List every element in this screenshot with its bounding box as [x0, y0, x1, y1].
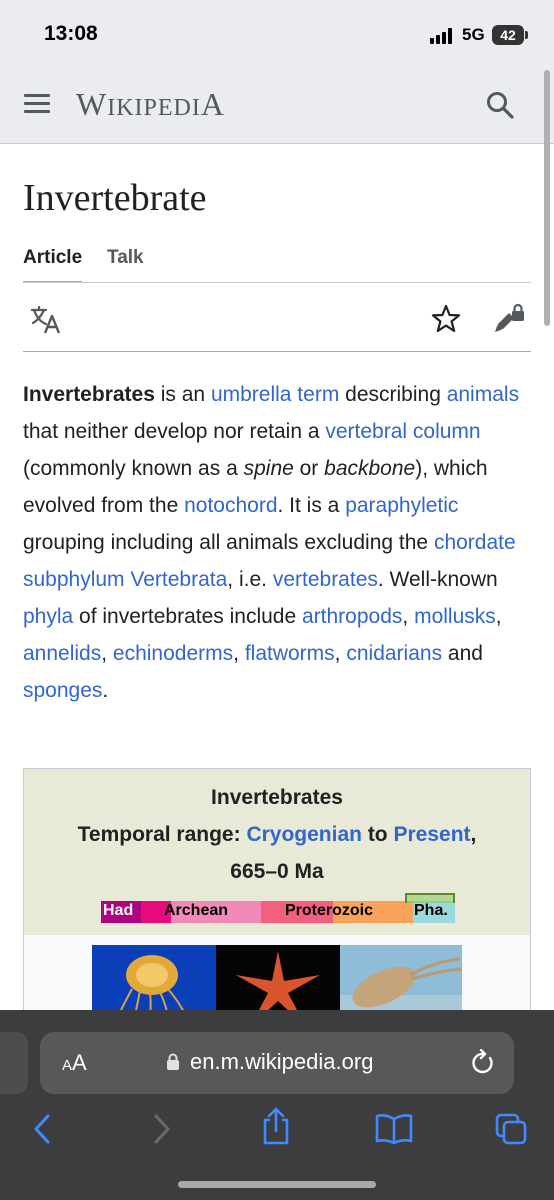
text-run: or [293, 457, 325, 480]
tab-article[interactable]: Article [23, 247, 83, 283]
timescale-label-had: Had [103, 902, 134, 919]
status-time: 13:08 [44, 22, 98, 45]
link-present[interactable]: Present [393, 823, 470, 846]
link-animals[interactable]: animals [447, 383, 519, 406]
network-type: 5G [462, 25, 485, 44]
site-header: WIKIPEDIA [0, 66, 554, 144]
hamburger-menu-icon[interactable] [24, 94, 50, 114]
timescale-label-archean: Archean [164, 902, 229, 919]
temporal-range-label: Temporal range: [77, 823, 241, 846]
link-mollusks[interactable]: mollusks [414, 605, 496, 628]
tabs-icon[interactable] [494, 1112, 528, 1146]
text-run: , [402, 605, 415, 628]
italic-term: spine [243, 457, 294, 480]
italic-term: backbone [324, 457, 416, 480]
page-title: Invertebrate [23, 177, 207, 219]
link-arthropods[interactable]: arthropods [302, 605, 402, 628]
link-flatworms[interactable]: flatworms [245, 642, 335, 665]
bookmarks-icon[interactable] [374, 1112, 414, 1146]
text-run: is an [154, 383, 211, 406]
link-paraphyletic[interactable]: paraphyletic [345, 494, 458, 517]
text-run: that neither develop nor retain a [23, 420, 326, 443]
link-sponges[interactable]: sponges [23, 679, 102, 702]
tabs-divider [23, 282, 531, 283]
page-actions-divider [23, 351, 531, 352]
text-run: . [102, 679, 109, 702]
back-icon[interactable] [26, 1112, 60, 1146]
signal-strength-icon [430, 28, 456, 44]
url-text[interactable]: en.m.wikipedia.org [190, 1049, 373, 1075]
battery-icon: 42 [492, 25, 524, 45]
infobox-header: Invertebrates Temporal range: Cryogenian… [24, 769, 530, 935]
range-comma: , [470, 823, 477, 846]
link-cnidarians[interactable]: cnidarians [346, 642, 442, 665]
search-icon[interactable] [485, 90, 515, 120]
language-translate-icon[interactable] [30, 305, 62, 335]
timescale-label-proterozoic: Proterozoic [285, 902, 374, 919]
link-vertebrates[interactable]: vertebrates [273, 568, 378, 591]
text-run: , [334, 642, 347, 665]
edit-locked-icon[interactable] [492, 303, 526, 335]
previous-tab-edge[interactable] [0, 1032, 28, 1094]
link-cryogenian[interactable]: Cryogenian [246, 823, 362, 846]
link-annelids[interactable]: annelids [23, 642, 101, 665]
intro-paragraph: Invertebrates is an umbrella term descri… [23, 376, 533, 709]
text-run: grouping including all animals excluding… [23, 531, 434, 554]
link-umbrella-term[interactable]: umbrella term [211, 383, 339, 406]
text-run: and [442, 642, 483, 665]
bold-term: Invertebrates [23, 383, 155, 406]
reload-icon[interactable] [470, 1049, 496, 1077]
status-bar: 13:08 5G 42 [0, 0, 554, 66]
text-run: . Well-known [377, 568, 498, 591]
share-icon[interactable] [259, 1106, 293, 1146]
watch-star-icon[interactable] [430, 303, 462, 335]
link-vertebral-column[interactable]: vertebral column [325, 420, 480, 443]
text-run: of invertebrates include [73, 605, 302, 628]
tab-talk[interactable]: Talk [107, 247, 144, 281]
text-run: (commonly known as a [23, 457, 244, 480]
text-run: , i.e. [227, 568, 273, 591]
link-notochord[interactable]: notochord [184, 494, 277, 517]
text-run: . It is a [277, 494, 346, 517]
lock-icon [167, 1053, 179, 1070]
wikipedia-logo[interactable]: WIKIPEDIA [76, 86, 225, 123]
text-run: , [495, 605, 502, 628]
page-scrollbar[interactable] [544, 70, 550, 326]
infobox-title: Invertebrates [211, 786, 343, 809]
link-phyla[interactable]: phyla [23, 605, 73, 628]
link-echinoderms[interactable]: echinoderms [113, 642, 233, 665]
infobox: Invertebrates Temporal range: Cryogenian… [23, 768, 531, 1029]
home-indicator [178, 1181, 376, 1188]
text-run: describing [339, 383, 447, 406]
forward-icon[interactable] [144, 1112, 178, 1146]
range-ma: 665–0 Ma [230, 860, 324, 883]
text-run: , [101, 642, 113, 665]
page-settings-button[interactable]: AA [62, 1050, 87, 1076]
timescale-label-pha: Pha. [414, 902, 448, 919]
temporal-range: Temporal range: Cryogenian to Present, [24, 823, 530, 847]
text-run: , [233, 642, 245, 665]
address-bar[interactable]: AA en.m.wikipedia.org [40, 1032, 514, 1094]
battery-tip [525, 31, 528, 39]
geologic-timescale[interactable]: Had Archean Proterozoic Pha. [101, 893, 455, 925]
range-to: to [361, 823, 394, 846]
browser-toolbar: AA en.m.wikipedia.org [0, 1010, 554, 1200]
